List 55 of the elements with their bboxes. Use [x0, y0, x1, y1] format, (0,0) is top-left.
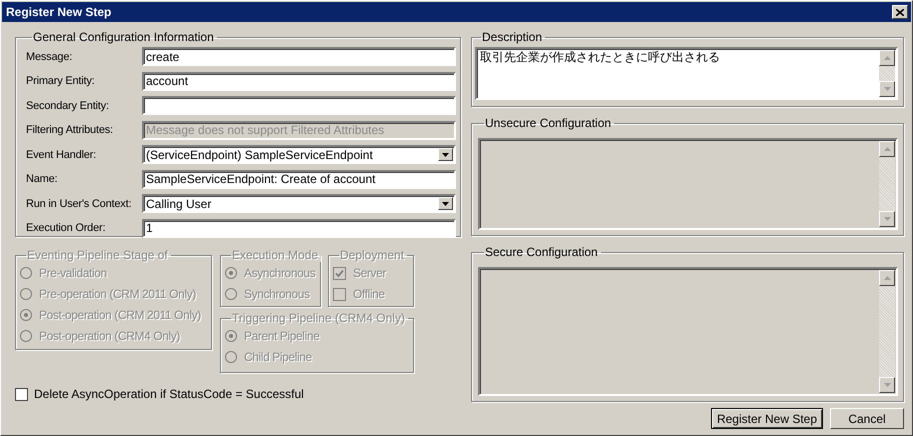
caret-icon: [442, 202, 449, 206]
text-field[interactable]: account: [142, 72, 456, 90]
option-label: Child Pipeline: [244, 350, 312, 364]
group-title: Unsecure Configuration: [484, 117, 612, 130]
scroll-down-button[interactable]: [879, 81, 895, 97]
down-arrow-icon: [884, 87, 890, 91]
group-title: Eventing Pipeline Stage of: [26, 249, 169, 262]
caret-icon: [442, 152, 449, 156]
text-field[interactable]: 1: [142, 218, 456, 238]
description-text: 取引先企業が作成されたときに呼び出される: [480, 50, 720, 66]
up-arrow-icon: [884, 147, 890, 151]
field-label: Primary Entity:: [26, 75, 96, 87]
text-field[interactable]: create: [142, 47, 456, 66]
group-title: Deployment: [339, 249, 406, 262]
option-label: Asynchronous: [244, 266, 316, 280]
field-label: Name:: [26, 173, 58, 185]
option-label: Server: [353, 266, 386, 280]
field-label: Secondary Entity:: [26, 100, 110, 112]
close-icon: [896, 8, 904, 16]
down-arrow-icon: [884, 383, 890, 387]
field-label: Run in User's Context:: [26, 198, 132, 210]
field-label: Event Handler:: [26, 148, 97, 160]
close-button[interactable]: [892, 5, 908, 19]
down-arrow-icon: [884, 217, 890, 221]
group-title: General Configuration Information: [32, 31, 215, 44]
dropdown-field[interactable]: (ServiceEndpoint) SampleServiceEndpoint: [142, 145, 456, 164]
group-title: Execution Mode: [231, 249, 320, 262]
dialog-button[interactable]: Cancel: [830, 408, 904, 429]
dropdown-field[interactable]: Calling User: [142, 194, 456, 213]
scrollbar[interactable]: [879, 50, 895, 97]
option-label: Parent Pipeline: [244, 329, 320, 343]
dialog-button[interactable]: Register New Step: [711, 408, 823, 429]
up-arrow-icon: [884, 56, 890, 60]
option-label: Post-operation (CRM4 Only): [39, 329, 180, 343]
text-field[interactable]: SampleServiceEndpoint: Create of account: [142, 170, 456, 188]
dropdown-button[interactable]: [438, 148, 453, 161]
up-arrow-icon: [884, 276, 890, 280]
scroll-up-button[interactable]: [879, 50, 895, 66]
option-label: Pre-operation (CRM 2011 Only): [39, 287, 196, 301]
group-title: Secure Configuration: [484, 246, 599, 259]
field-label: Message:: [26, 50, 74, 62]
text-area[interactable]: 取引先企業が作成されたときに呼び出される: [475, 47, 898, 100]
text-field[interactable]: [142, 96, 456, 115]
group-title: Description: [481, 31, 544, 44]
window-title: Register New Step: [6, 5, 112, 19]
field-label: Filtering Attributes:: [26, 124, 114, 136]
option-label: Offline: [353, 287, 385, 301]
checkbox[interactable]: [15, 388, 28, 400]
option-label: Pre-validation: [39, 266, 107, 280]
option-label: Post-operation (CRM 2011 Only): [39, 308, 201, 322]
group-title: Triggering Pipeline (CRM4 Only): [231, 312, 406, 325]
dropdown-button[interactable]: [438, 197, 453, 210]
checkbox-label: Delete AsyncOperation if StatusCode = Successful: [34, 387, 304, 401]
field-label: Execution Order:: [26, 222, 106, 234]
option-label: Synchronous: [244, 287, 310, 301]
